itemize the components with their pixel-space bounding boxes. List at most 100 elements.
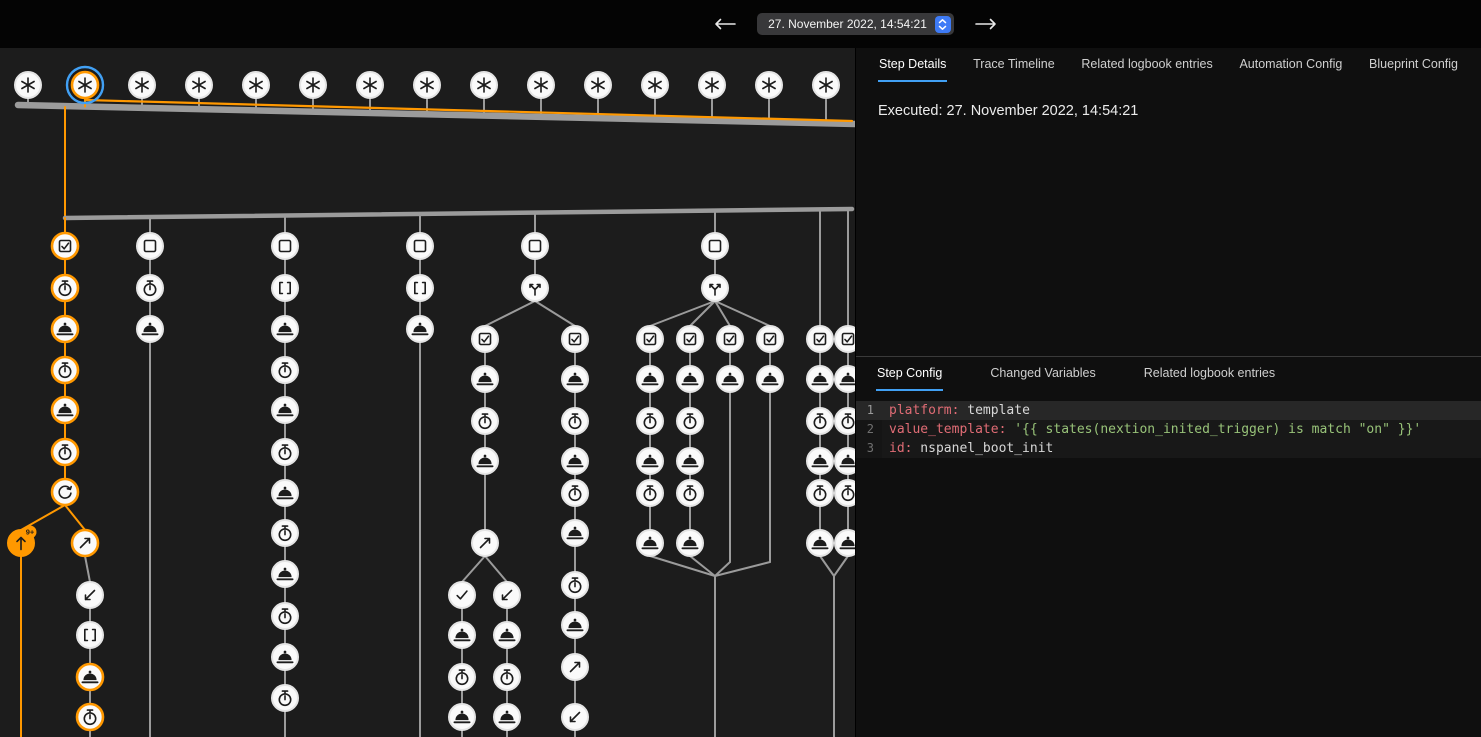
node-dome[interactable]	[677, 530, 703, 556]
node-timer[interactable]	[52, 439, 78, 465]
node-checkbox-marked[interactable]	[807, 326, 833, 352]
node-dome[interactable]	[77, 664, 103, 690]
node-dome[interactable]	[52, 397, 78, 423]
node-dome[interactable]	[637, 366, 663, 392]
node-timer[interactable]	[272, 520, 298, 546]
node-asterisk[interactable]	[414, 72, 440, 98]
node-dome[interactable]	[807, 448, 833, 474]
node-checkbox-marked[interactable]	[757, 326, 783, 352]
node-asterisk[interactable]	[699, 72, 725, 98]
node-dome[interactable]	[272, 480, 298, 506]
node-timer[interactable]	[562, 480, 588, 506]
node-dome[interactable]	[835, 366, 855, 392]
node-dome[interactable]	[562, 366, 588, 392]
node-dome[interactable]	[562, 448, 588, 474]
node-dome[interactable]	[407, 316, 433, 342]
node-arrow-sw[interactable]	[562, 704, 588, 730]
node-timer[interactable]	[494, 664, 520, 690]
node-square[interactable]	[407, 233, 433, 259]
node-asterisk[interactable]	[756, 72, 782, 98]
node-timer[interactable]	[77, 704, 103, 730]
node-brackets[interactable]	[407, 275, 433, 301]
tab-related-logbook-entries[interactable]: Related logbook entries	[1080, 50, 1213, 82]
node-arrow-up[interactable]: 9+	[8, 526, 37, 557]
node-asterisk[interactable]	[129, 72, 155, 98]
node-dome[interactable]	[449, 622, 475, 648]
node-square[interactable]	[702, 233, 728, 259]
node-asterisk[interactable]	[585, 72, 611, 98]
node-dome[interactable]	[757, 366, 783, 392]
node-dome[interactable]	[807, 366, 833, 392]
node-dome[interactable]	[52, 316, 78, 342]
node-dome[interactable]	[717, 366, 743, 392]
node-dome[interactable]	[637, 448, 663, 474]
node-brackets[interactable]	[77, 622, 103, 648]
node-arrow-sw[interactable]	[77, 582, 103, 608]
tab-trace-timeline[interactable]: Trace Timeline	[972, 50, 1056, 82]
node-dome[interactable]	[807, 530, 833, 556]
node-checkbox-marked[interactable]	[562, 326, 588, 352]
node-checkbox-marked[interactable]	[472, 326, 498, 352]
node-repeat[interactable]	[52, 479, 78, 505]
node-asterisk[interactable]	[813, 72, 839, 98]
node-checkbox-marked[interactable]	[717, 326, 743, 352]
node-timer[interactable]	[449, 664, 475, 690]
tab-automation-config[interactable]: Automation Config	[1238, 50, 1343, 82]
node-timer[interactable]	[807, 480, 833, 506]
node-asterisk[interactable]	[642, 72, 668, 98]
node-asterisk[interactable]	[471, 72, 497, 98]
node-dome[interactable]	[272, 561, 298, 587]
node-check[interactable]	[449, 582, 475, 608]
node-timer[interactable]	[137, 275, 163, 301]
node-square[interactable]	[137, 233, 163, 259]
node-timer[interactable]	[677, 480, 703, 506]
node-arrow-ne[interactable]	[562, 654, 588, 680]
node-timer[interactable]	[272, 685, 298, 711]
node-timer[interactable]	[272, 357, 298, 383]
node-checkbox-marked[interactable]	[677, 326, 703, 352]
node-dome[interactable]	[472, 448, 498, 474]
node-dome[interactable]	[835, 530, 855, 556]
node-dome[interactable]	[562, 520, 588, 546]
node-brackets[interactable]	[272, 275, 298, 301]
node-asterisk[interactable]	[357, 72, 383, 98]
node-timer[interactable]	[835, 408, 855, 434]
node-arrow-ne[interactable]	[72, 530, 98, 556]
node-asterisk[interactable]	[243, 72, 269, 98]
step-config-code[interactable]: 1platform: template2value_template: '{{ …	[856, 401, 1481, 458]
node-asterisk[interactable]	[186, 72, 212, 98]
node-timer[interactable]	[835, 480, 855, 506]
run-selector[interactable]: 27. November 2022, 14:54:21	[757, 13, 954, 35]
tab-step-details[interactable]: Step Details	[878, 50, 947, 82]
node-dome[interactable]	[472, 366, 498, 392]
node-dome[interactable]	[637, 530, 663, 556]
node-timer[interactable]	[272, 603, 298, 629]
next-run-button[interactable]	[968, 14, 1004, 34]
node-checkbox-marked[interactable]	[835, 326, 855, 352]
node-asterisk[interactable]	[528, 72, 554, 98]
node-timer[interactable]	[272, 439, 298, 465]
node-asterisk[interactable]	[67, 67, 103, 103]
node-dome[interactable]	[835, 448, 855, 474]
tab-changed-variables[interactable]: Changed Variables	[989, 359, 1096, 391]
node-arrow-ne[interactable]	[472, 530, 498, 556]
tab-step-config[interactable]: Step Config	[876, 359, 943, 391]
node-square[interactable]	[272, 233, 298, 259]
node-dome[interactable]	[494, 622, 520, 648]
node-split[interactable]	[702, 275, 728, 301]
node-timer[interactable]	[807, 408, 833, 434]
node-dome[interactable]	[272, 316, 298, 342]
node-dome[interactable]	[494, 704, 520, 730]
node-timer[interactable]	[472, 408, 498, 434]
node-dome[interactable]	[272, 644, 298, 670]
node-dome[interactable]	[677, 366, 703, 392]
previous-run-button[interactable]	[707, 14, 743, 34]
trace-graph[interactable]: 9+	[0, 0, 855, 737]
node-timer[interactable]	[52, 357, 78, 383]
node-timer[interactable]	[677, 408, 703, 434]
node-timer[interactable]	[562, 408, 588, 434]
node-timer[interactable]	[637, 480, 663, 506]
node-checkbox-marked[interactable]	[637, 326, 663, 352]
tab-blueprint-config[interactable]: Blueprint Config	[1368, 50, 1459, 82]
node-timer[interactable]	[562, 572, 588, 598]
